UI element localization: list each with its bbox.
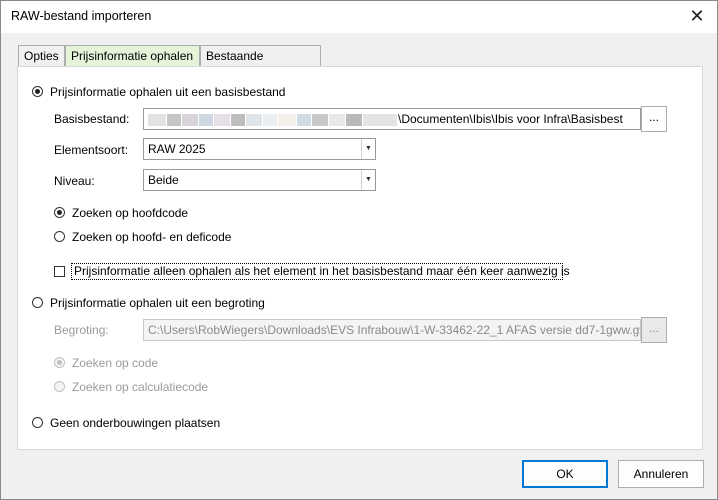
element-type-select[interactable]: RAW 2025 ▼ [143,138,376,160]
chevron-down-icon: ▼ [361,170,375,190]
label-budget: Begroting: [54,323,109,337]
redacted-path [148,112,398,126]
radio-no-substructure[interactable] [32,417,43,428]
tab-prijsinformatie[interactable]: Prijsinformatie ophalen [65,45,200,67]
label-search-calc: Zoeken op calculatiecode [72,380,209,394]
title-bar: RAW-bestand importeren ✕ [1,1,717,33]
base-file-browse-button[interactable]: ... [641,106,667,132]
label-only-once: Prijsinformatie alleen ophalen als het e… [74,264,570,278]
checkbox-only-once[interactable] [54,266,65,277]
element-type-value: RAW 2025 [148,142,206,156]
label-base-file: Basisbestand: [54,112,130,126]
dialog-window: RAW-bestand importeren ✕ Opties Prijsinf… [0,0,718,500]
label-no-substructure: Geen onderbouwingen plaatsen [50,416,221,430]
label-search-main-sub: Zoeken op hoofd- en deficode [72,230,232,244]
cancel-button[interactable]: Annuleren [618,460,704,488]
label-from-budget: Prijsinformatie ophalen uit een begrotin… [50,296,265,310]
radio-search-code[interactable] [54,357,65,368]
radio-search-calc[interactable] [54,381,65,392]
label-search-code: Zoeken op code [72,356,159,370]
radio-search-main[interactable] [54,207,65,218]
label-element-type: Elementsoort: [54,143,129,157]
radio-from-base-file[interactable] [32,86,43,97]
level-select[interactable]: Beide ▼ [143,169,376,191]
label-search-main: Zoeken op hoofdcode [72,206,189,220]
chevron-down-icon: ▼ [361,139,375,159]
level-value: Beide [148,173,179,187]
tab-bestaande-begroting[interactable]: Bestaande begroting [200,45,321,83]
tab-opties[interactable]: Opties [18,45,65,66]
budget-browse-button[interactable]: ... [641,317,667,343]
base-file-value: \Documenten\Ibis\Ibis voor Infra\Basisbe… [398,112,623,126]
label-from-base-file: Prijsinformatie ophalen uit een basisbes… [50,85,286,99]
budget-field[interactable]: C:\Users\RobWiegers\Downloads\EVS Infrab… [143,319,641,341]
close-icon[interactable]: ✕ [687,6,707,26]
ok-button[interactable]: OK [522,460,608,488]
radio-search-main-sub[interactable] [54,231,65,242]
base-file-field[interactable]: \Documenten\Ibis\Ibis voor Infra\Basisbe… [143,108,641,130]
radio-from-budget[interactable] [32,297,43,308]
label-level: Niveau: [54,174,95,188]
window-title: RAW-bestand importeren [11,9,152,23]
